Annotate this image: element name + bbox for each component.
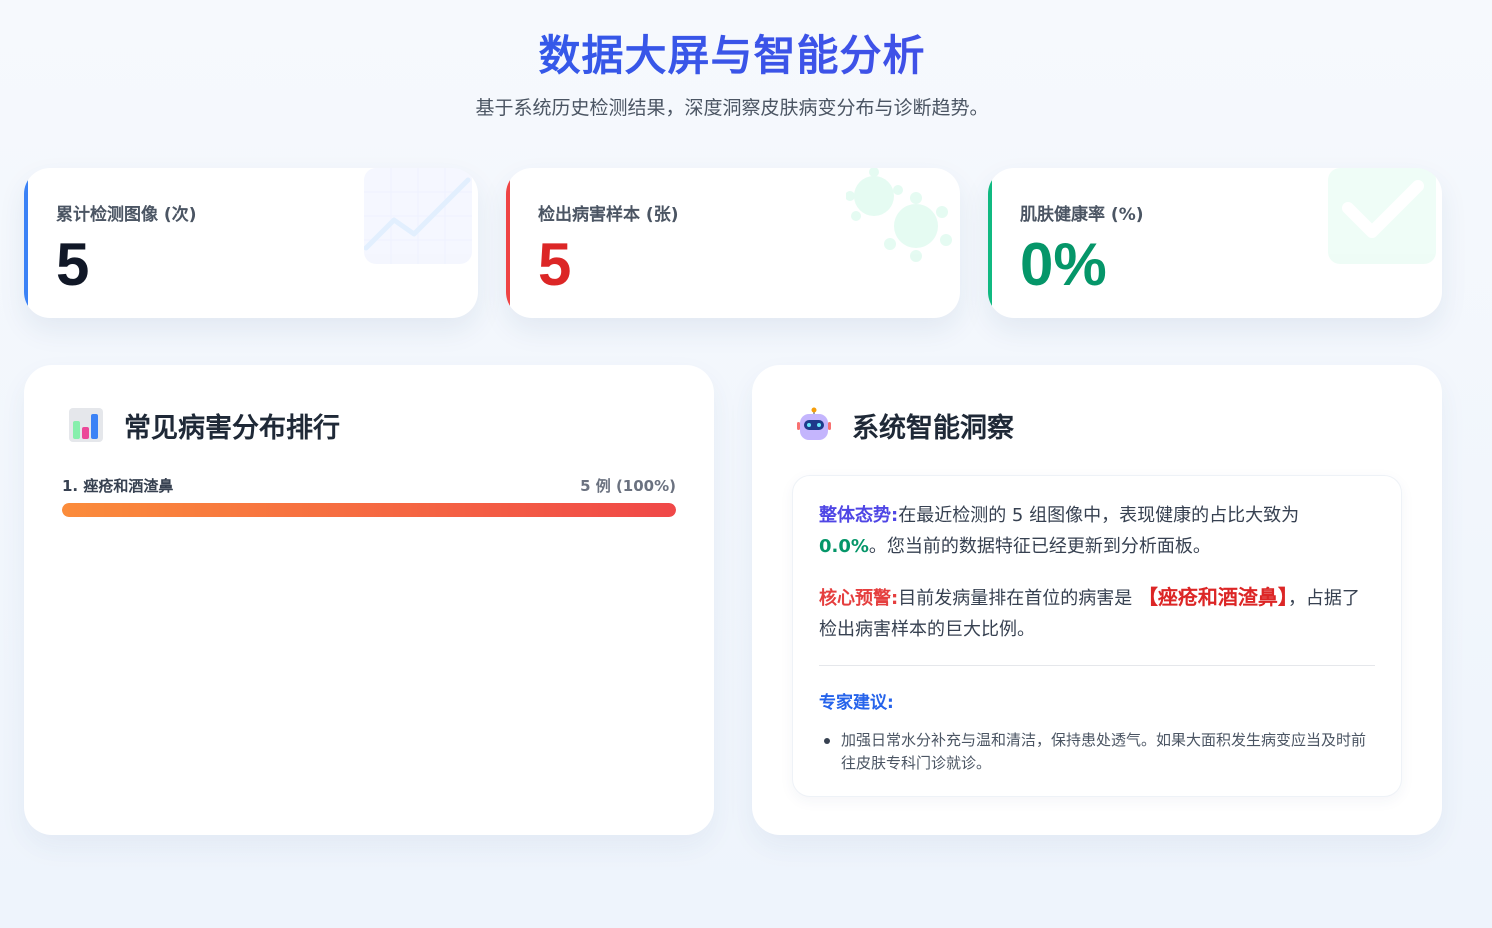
overall-trend-label: 整体态势: — [819, 505, 899, 526]
panel-title: 常见病害分布排行 — [124, 412, 340, 444]
top-disease-highlight: 【痤疮和酒渣鼻】 — [1137, 585, 1288, 609]
overall-trend-text-2: 。您当前的数据特征已经更新到分析面板。 — [868, 536, 1211, 557]
bar-chart-icon — [69, 408, 103, 442]
insight-content-box: 整体态势:在最近检测的 5 组图像中，表现健康的占比大致为 0.0%。您当前的数… — [792, 475, 1402, 797]
stat-value: 0% — [1020, 231, 1107, 298]
smart-insights-panel: 系统智能洞察 整体态势:在最近检测的 5 组图像中，表现健康的占比大致为 0.0… — [752, 365, 1442, 835]
expert-advice-list: 加强日常水分补充与温和清洁，保持患处透气。如果大面积发生病变应当及时前往皮肤专科… — [819, 729, 1375, 775]
stat-label: 累计检测图像 (次) — [56, 205, 197, 225]
checkmark-icon — [1328, 168, 1436, 264]
divider — [819, 665, 1375, 666]
page-subtitle: 基于系统历史检测结果，深度洞察皮肤病变分布与诊断趋势。 — [475, 97, 989, 119]
disease-ranking-panel: 常见病害分布排行 1. 痤疮和酒渣鼻 5 例 (100%) — [24, 365, 714, 835]
stat-card-health-rate: 肌肤健康率 (%) 0% — [988, 168, 1442, 318]
core-warning-paragraph: 核心预警:目前发病量排在首位的病害是 【痤疮和酒渣鼻】，占据了检出病害样本的巨大… — [819, 582, 1375, 645]
core-warning-label: 核心预警: — [819, 588, 899, 609]
virus-icon — [846, 168, 952, 262]
health-rate-value: 0.0% — [819, 536, 869, 557]
expert-advice-title: 专家建议: — [819, 693, 894, 713]
stat-card-total-images: 累计检测图像 (次) 5 — [24, 168, 478, 318]
advice-item: 加强日常水分补充与温和清洁，保持患处透气。如果大面积发生病变应当及时前往皮肤专科… — [819, 729, 1375, 775]
overall-trend-text: 在最近检测的 5 组图像中，表现健康的占比大致为 — [898, 505, 1300, 526]
panel-header: 系统智能洞察 — [796, 405, 1014, 445]
panel-title: 系统智能洞察 — [852, 412, 1014, 444]
ranking-item-count: 5 例 (100%) — [580, 477, 676, 495]
ranking-bar-track — [62, 503, 676, 517]
core-warning-text: 目前发病量排在首位的病害是 — [898, 588, 1133, 609]
ranking-bar-fill — [62, 503, 676, 517]
overall-trend-paragraph: 整体态势:在最近检测的 5 组图像中，表现健康的占比大致为 0.0%。您当前的数… — [819, 500, 1375, 562]
ranking-item: 1. 痤疮和酒渣鼻 5 例 (100%) — [62, 475, 676, 517]
ranking-item-name: 1. 痤疮和酒渣鼻 — [62, 477, 174, 495]
page-title: 数据大屏与智能分析 — [0, 22, 1464, 83]
dashboard-page: 数据大屏与智能分析 基于系统历史检测结果，深度洞察皮肤病变分布与诊断趋势。 累计… — [0, 0, 1492, 928]
stat-card-disease-samples: 检出病害样本 (张) 5 — [506, 168, 960, 318]
chart-trend-icon — [364, 168, 472, 264]
robot-icon — [797, 407, 831, 440]
stat-value: 5 — [56, 231, 90, 298]
panel-header: 常见病害分布排行 — [68, 405, 340, 445]
stat-label: 肌肤健康率 (%) — [1020, 205, 1144, 225]
stat-label: 检出病害样本 (张) — [538, 205, 679, 225]
stat-value: 5 — [538, 231, 572, 298]
